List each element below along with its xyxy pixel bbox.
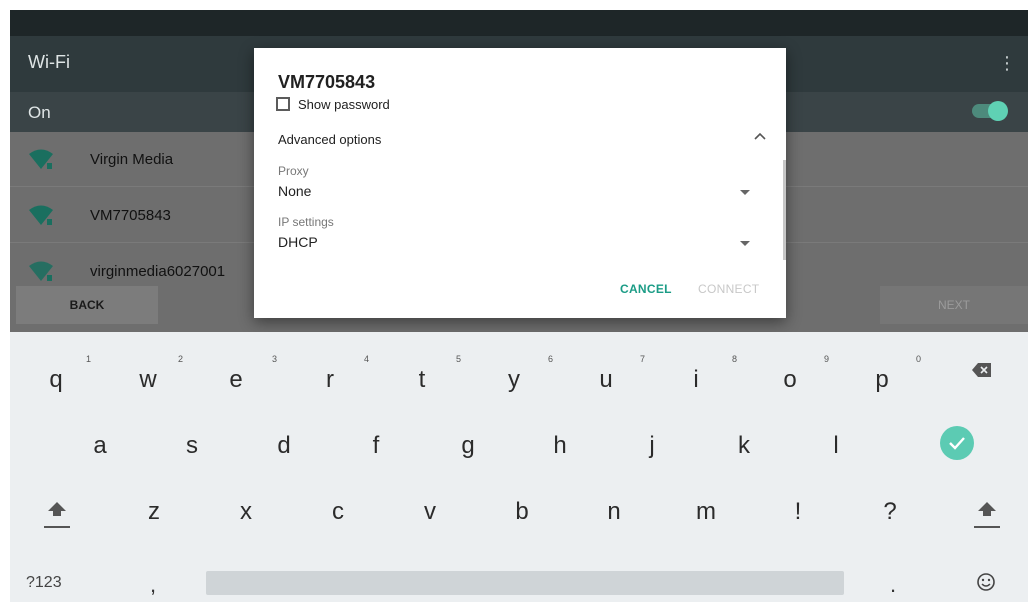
chevron-up-icon[interactable] [750, 126, 770, 146]
key-z[interactable]: z [124, 498, 184, 526]
check-icon [949, 437, 965, 450]
key-a[interactable]: a [70, 432, 130, 460]
network-name: virginmedia6027001 [90, 263, 226, 280]
wifi-signal-icon [29, 205, 53, 225]
key-v[interactable]: v [400, 498, 460, 526]
key-o[interactable]: o [760, 366, 820, 394]
key-i[interactable]: i [666, 366, 726, 394]
key-r[interactable]: r [300, 366, 360, 394]
key-q[interactable]: q [26, 366, 86, 394]
key-l[interactable]: l [806, 432, 866, 460]
key-d[interactable]: d [254, 432, 314, 460]
key-y[interactable]: y [484, 366, 544, 394]
dropdown-arrow-icon[interactable] [740, 190, 750, 195]
key-hint: 2 [178, 354, 184, 364]
key-k[interactable]: k [714, 432, 774, 460]
key-t[interactable]: t [392, 366, 452, 394]
key-comma[interactable]: , [150, 572, 156, 598]
network-name: Virgin Media [90, 151, 174, 168]
key-c[interactable]: c [308, 498, 368, 526]
dialog-title: VM7705843 [278, 72, 376, 92]
key-p[interactable]: p [852, 366, 912, 394]
key-b[interactable]: b [492, 498, 552, 526]
dropdown-arrow-icon[interactable] [740, 241, 750, 246]
show-password-checkbox[interactable] [276, 97, 290, 111]
key-u[interactable]: u [576, 366, 636, 394]
key-w[interactable]: w [118, 366, 178, 394]
show-password-label: Show password [298, 96, 390, 112]
key-x[interactable]: x [216, 498, 276, 526]
connect-button[interactable]: CONNECT [698, 282, 759, 296]
wifi-signal-icon [29, 149, 53, 169]
network-dialog: VM7705843 Show password Advanced options… [254, 48, 786, 318]
key-m[interactable]: m [676, 498, 736, 526]
page-title: Wi-Fi [28, 52, 70, 72]
key-hint: 0 [916, 354, 922, 364]
next-button[interactable]: NEXT [880, 286, 1028, 324]
dialog-scrollbar[interactable] [783, 160, 786, 260]
soft-keyboard: q w e r t y u i o p 1 2 3 4 5 6 7 8 9 0 … [10, 332, 1028, 602]
key-hint: 7 [640, 354, 646, 364]
key-question[interactable]: ? [860, 498, 920, 526]
toggle-knob [988, 101, 1008, 121]
more-vert-icon[interactable]: ⋮ [998, 54, 1016, 72]
key-exclamation[interactable]: ! [768, 498, 828, 526]
key-s[interactable]: s [162, 432, 222, 460]
backspace-icon[interactable] [972, 362, 992, 378]
key-n[interactable]: n [584, 498, 644, 526]
wifi-toggle[interactable] [972, 101, 1008, 121]
key-hint: 1 [86, 354, 92, 364]
key-f[interactable]: f [346, 432, 406, 460]
wifi-state-label: On [28, 103, 51, 122]
key-e[interactable]: e [206, 366, 266, 394]
space-bar[interactable] [206, 571, 844, 595]
key-hint: 4 [364, 354, 370, 364]
shift-icon[interactable] [44, 498, 70, 530]
key-hint: 9 [824, 354, 830, 364]
back-button[interactable]: BACK [16, 286, 158, 324]
proxy-select[interactable]: None [278, 183, 311, 199]
emoji-icon[interactable] [976, 572, 996, 592]
network-name: VM7705843 [90, 207, 171, 224]
ip-settings-select[interactable]: DHCP [278, 234, 318, 250]
wifi-signal-icon [29, 261, 53, 281]
cancel-button[interactable]: CANCEL [620, 282, 672, 296]
show-password-row[interactable]: Show password [276, 94, 390, 114]
advanced-options-toggle[interactable]: Advanced options [278, 132, 381, 147]
key-hint: 8 [732, 354, 738, 364]
key-hint: 5 [456, 354, 462, 364]
ip-settings-label: IP settings [278, 215, 334, 229]
key-g[interactable]: g [438, 432, 498, 460]
shift-icon[interactable] [974, 498, 1000, 530]
key-period[interactable]: . [890, 572, 896, 598]
enter-key[interactable] [940, 426, 974, 460]
key-h[interactable]: h [530, 432, 590, 460]
proxy-label: Proxy [278, 164, 309, 178]
key-hint: 3 [272, 354, 278, 364]
symbols-key[interactable]: ?123 [26, 574, 62, 592]
key-j[interactable]: j [622, 432, 682, 460]
screen: Wi-Fi ⋮ On Virgin Media VM7705843 virgin… [10, 10, 1028, 602]
key-hint: 6 [548, 354, 554, 364]
status-bar [10, 10, 1028, 36]
